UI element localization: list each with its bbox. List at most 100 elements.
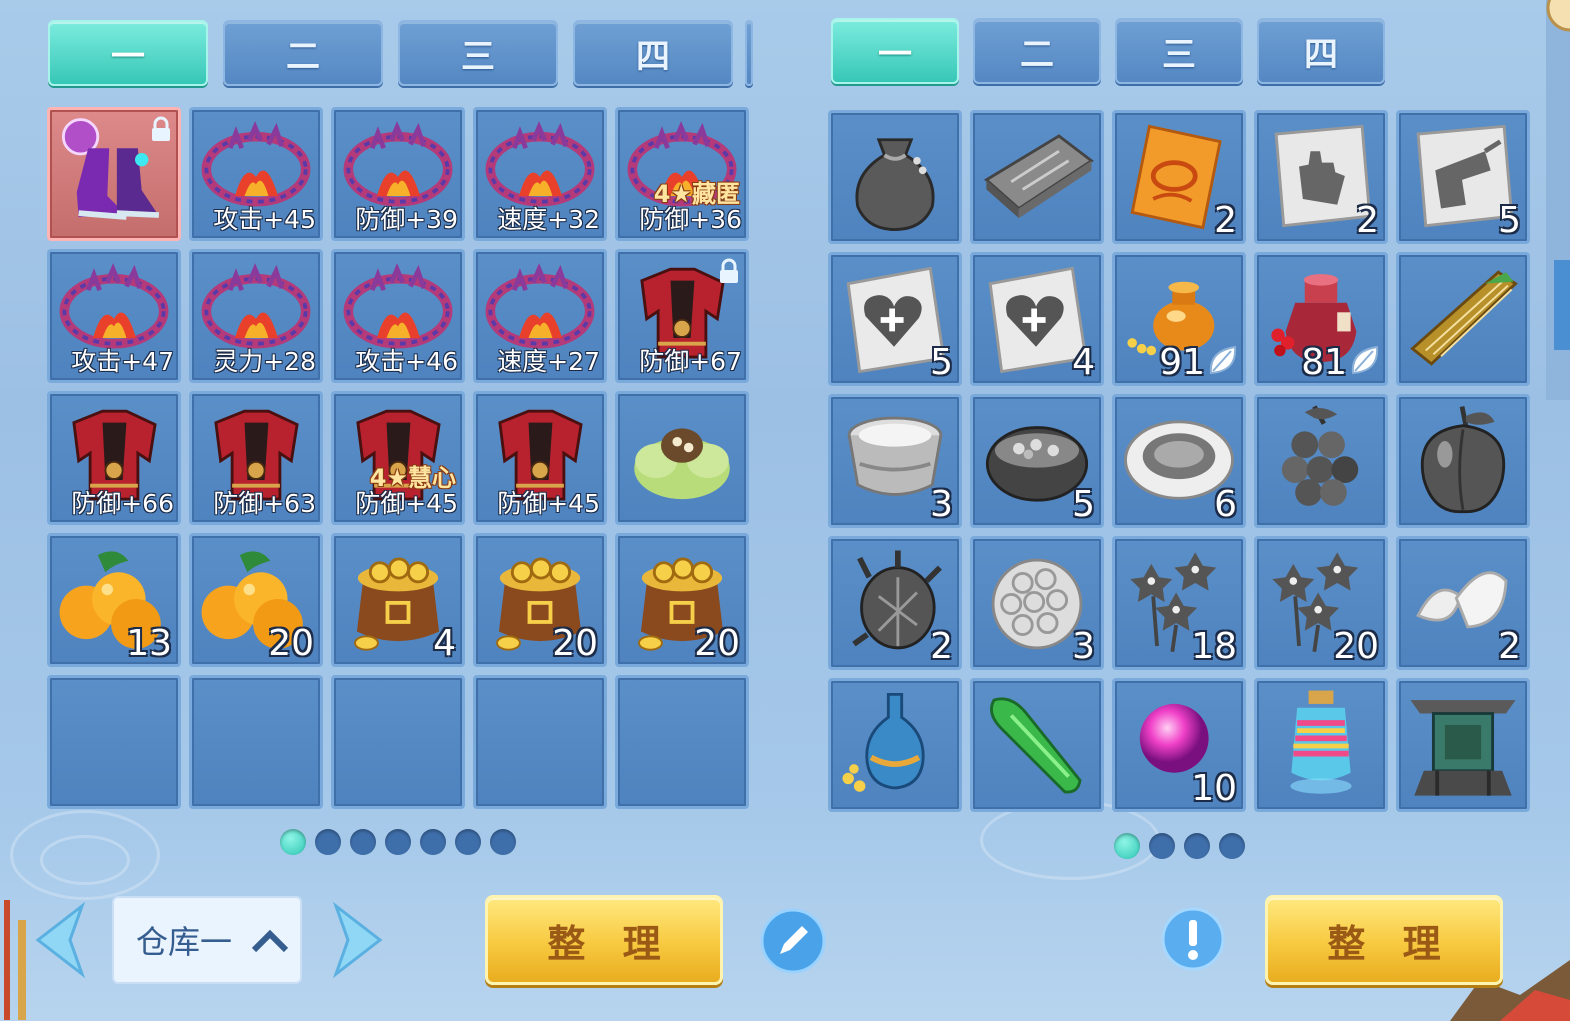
bag-slot[interactable] [828, 110, 962, 244]
bronze-altar-icon [1410, 700, 1516, 796]
item-count: 4 [433, 623, 456, 664]
bag-slot[interactable]: 3 [970, 536, 1104, 670]
bag-slot[interactable]: 3 [828, 394, 962, 528]
bag-slot[interactable]: 10 [1112, 678, 1246, 812]
bag-slot[interactable]: 81 [1254, 252, 1388, 386]
warehouse-page-dot[interactable] [385, 829, 411, 855]
warehouse-sort-button[interactable]: 整 理 [485, 895, 723, 985]
item-count: 3 [930, 484, 953, 525]
warehouse-name: 仓库一 [136, 923, 233, 961]
warehouse-slot[interactable]: 20 [473, 533, 607, 667]
bag-slot[interactable]: 2 [1396, 536, 1530, 670]
warehouse-tab-1[interactable]: 一 [48, 20, 208, 86]
bag-page-dot[interactable] [1219, 833, 1245, 859]
next-warehouse-arrow-icon[interactable] [330, 900, 390, 980]
warehouse-tab-4[interactable]: 四 [573, 20, 733, 86]
warehouse-slot[interactable] [189, 675, 323, 809]
warehouse-page-dot[interactable] [280, 829, 306, 855]
bag-page-dot[interactable] [1149, 833, 1175, 859]
bag-page-dot[interactable] [1184, 833, 1210, 859]
bag-tab-2[interactable]: 二 [973, 18, 1101, 84]
warehouse-tab-3[interactable]: 三 [398, 20, 558, 86]
peach-icon [1420, 406, 1506, 514]
warehouse-slot[interactable]: 速度+32 [473, 107, 607, 241]
warehouse-slot[interactable]: 4 [331, 533, 465, 667]
item-count: 5 [930, 342, 953, 383]
chevron-up-icon [251, 929, 289, 953]
warehouse-slot[interactable]: 攻击+45 [189, 107, 323, 241]
bag-page-dot[interactable] [1114, 833, 1140, 859]
bag-slot[interactable]: 2 [1254, 110, 1388, 244]
item-stat: 防御+36 [639, 205, 742, 234]
warehouse-slot[interactable] [47, 107, 181, 241]
bag-slot[interactable]: 20 [1254, 536, 1388, 670]
warehouse-slot[interactable]: 防御+67 [615, 249, 749, 383]
warehouse-slot[interactable] [615, 675, 749, 809]
bag-slot[interactable]: 91 [1112, 252, 1246, 386]
warehouse-slot[interactable] [473, 675, 607, 809]
item-count: 13 [126, 623, 172, 664]
warehouse-page-dot[interactable] [420, 829, 446, 855]
item-count: 2 [1356, 200, 1379, 241]
bag-tab-3[interactable]: 三 [1115, 18, 1243, 84]
warehouse-slot[interactable] [47, 675, 181, 809]
warehouse-page-dot[interactable] [490, 829, 516, 855]
warehouse-slot[interactable]: 20 [189, 533, 323, 667]
rename-pencil-icon[interactable] [760, 908, 826, 974]
bag-slot[interactable] [970, 110, 1104, 244]
bag-slot[interactable] [1254, 678, 1388, 812]
bag-slot[interactable] [828, 678, 962, 812]
warehouse-slot[interactable]: 防御+66 [47, 391, 181, 525]
warehouse-slot[interactable]: 速度+27 [473, 249, 607, 383]
bag-slot[interactable] [1254, 394, 1388, 528]
item-stat: 防御+66 [71, 489, 174, 518]
bag-slot[interactable] [1396, 394, 1530, 528]
warehouse-selector[interactable]: 仓库一 [112, 896, 302, 984]
bag-tab-1[interactable]: 一 [831, 18, 959, 84]
rainbow-lantern-icon [1290, 690, 1352, 794]
bag-slot[interactable] [970, 678, 1104, 812]
warehouse-slot[interactable]: 防御+39 [331, 107, 465, 241]
bag-slot[interactable]: 5 [970, 394, 1104, 528]
bag-slot[interactable]: 2 [1112, 110, 1246, 244]
pouch-icon [855, 138, 935, 231]
bag-slot[interactable]: 4 [970, 252, 1104, 386]
item-count: 20 [268, 623, 314, 664]
prev-warehouse-arrow-icon[interactable] [28, 900, 88, 980]
item-stat: 防御+63 [213, 489, 316, 518]
item-stat: 攻击+47 [71, 347, 174, 376]
warehouse-page-dot[interactable] [455, 829, 481, 855]
bag-sort-button[interactable]: 整 理 [1265, 895, 1503, 985]
grapes-icon [1281, 405, 1359, 506]
bag-slot[interactable] [1396, 252, 1530, 386]
bag-slot[interactable]: 5 [1396, 110, 1530, 244]
info-icon[interactable] [1160, 906, 1226, 972]
bag-slot[interactable]: 2 [828, 536, 962, 670]
bag-tab-4[interactable]: 四 [1257, 18, 1385, 84]
item-stat: 防御+67 [639, 347, 742, 376]
item-stat: 攻击+45 [213, 205, 316, 234]
item-count: 5 [1498, 200, 1521, 241]
warehouse-slot[interactable]: 4★藏匿 防御+36 [615, 107, 749, 241]
warehouse-tab-2[interactable]: 二 [223, 20, 383, 86]
item-count: 2 [1214, 200, 1237, 241]
warehouse-slot[interactable] [615, 391, 749, 525]
warehouse-page-dot[interactable] [350, 829, 376, 855]
warehouse-slot[interactable] [331, 675, 465, 809]
warehouse-slot[interactable]: 灵力+28 [189, 249, 323, 383]
bag-slot[interactable]: 5 [828, 252, 962, 386]
warehouse-slot[interactable]: 攻击+46 [331, 249, 465, 383]
warehouse-slot[interactable]: 攻击+47 [47, 249, 181, 383]
warehouse-page-dot[interactable] [315, 829, 341, 855]
warehouse-slot[interactable]: 20 [615, 533, 749, 667]
warehouse-slot[interactable]: 防御+45 [473, 391, 607, 525]
warehouse-slot[interactable]: 防御+63 [189, 391, 323, 525]
warehouse-slot[interactable]: 4★慧心 防御+45 [331, 391, 465, 525]
item-count: 20 [552, 623, 598, 664]
mold-icon [983, 134, 1094, 219]
warehouse-slot[interactable]: 13 [47, 533, 181, 667]
bag-slot[interactable] [1396, 678, 1530, 812]
bag-slot[interactable]: 18 [1112, 536, 1246, 670]
background-swirl [40, 835, 130, 885]
bag-slot[interactable]: 6 [1112, 394, 1246, 528]
